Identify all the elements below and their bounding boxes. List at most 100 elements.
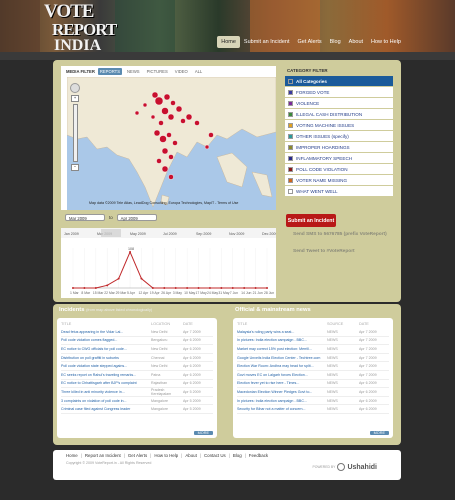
cell-title[interactable]: EC seeks report on Rahul's traveling rem…: [61, 373, 151, 377]
cell-title[interactable]: Election War Room: Andhra may head for s…: [237, 364, 327, 368]
table-row[interactable]: EC notice to Chhattisgarh after BJP's co…: [61, 380, 213, 389]
table-row[interactable]: Malaysia's ruling party wins a seat... NE…: [237, 328, 389, 337]
pan-control[interactable]: [70, 83, 80, 93]
category-item[interactable]: WHAT WENT WELL: [285, 186, 393, 196]
date-from-select[interactable]: Mar 2009: [65, 214, 105, 221]
category-item[interactable]: All Categories: [285, 76, 393, 86]
cell-title[interactable]: Poll code violation comes flagged...: [61, 338, 151, 342]
category-item[interactable]: VOTING MACHINE ISSUES: [285, 120, 393, 130]
incident-marker: [175, 105, 183, 113]
data-point: [163, 287, 166, 289]
table-row[interactable]: Market may correct 15% post election: Me…: [237, 345, 389, 354]
footer-link[interactable]: Home: [66, 453, 78, 458]
cell-title[interactable]: Dead fetus appearing in the Vidar Lal...: [61, 330, 151, 334]
data-point: [174, 287, 177, 289]
cell-date: Apr 6 2009: [183, 338, 201, 343]
table-row[interactable]: Election fever yet to rise here - Times.…: [237, 380, 389, 389]
site-logo[interactable]: VOTE REPORT INDIA: [44, 2, 117, 52]
tweet-note[interactable]: Send Tweet to #VoteReport: [293, 249, 393, 255]
column-header: LOCATION: [151, 322, 171, 326]
zoom-out-button[interactable]: −: [71, 164, 79, 171]
category-item[interactable]: POLL CODE VIOLATION: [285, 164, 393, 174]
table-row[interactable]: EC notice to CWG officials for poll code…: [61, 345, 213, 354]
date-to-select[interactable]: Apr 2009: [116, 214, 157, 221]
incidents-more-button[interactable]: MORE: [193, 431, 213, 435]
cell-title[interactable]: Distribution on poll graffiti in suburbs: [61, 356, 151, 360]
table-row[interactable]: Criminal case filed against Congress lea…: [61, 405, 213, 414]
table-row[interactable]: Distribution on poll graffiti in suburbs…: [61, 354, 213, 363]
table-row[interactable]: Poll code violation state stepped agains…: [61, 362, 213, 371]
nav-home[interactable]: Home: [217, 36, 240, 48]
x-tick-label: 10 May: [184, 291, 195, 295]
incident-marker: [168, 154, 174, 160]
category-swatch: [288, 122, 293, 128]
nav-get-alerts[interactable]: Get Alerts: [293, 36, 325, 48]
category-item[interactable]: VOTER NAME MISSING: [285, 175, 393, 185]
cell-source: NEWS: [327, 338, 338, 343]
table-row[interactable]: Election War Room: Andhra may head for s…: [237, 362, 389, 371]
table-row[interactable]: Macedonian Election Winner Pledges Govt …: [237, 388, 389, 397]
footer-link[interactable]: Report an Incident: [85, 453, 121, 458]
category-item[interactable]: IMPROPER HOARDINGS: [285, 142, 393, 152]
zoom-in-button[interactable]: +: [71, 95, 79, 102]
cell-title[interactable]: Three killed in anti minority violence i…: [61, 390, 151, 394]
nav-blog[interactable]: Blog: [326, 36, 345, 48]
table-row[interactable]: Poll code violation comes flagged... Beng…: [61, 337, 213, 346]
table-row[interactable]: Dead fetus appearing in the Vidar Lal...…: [61, 328, 213, 337]
footer-link[interactable]: Contact Us: [204, 453, 226, 458]
footer-link[interactable]: Feedback: [249, 453, 268, 458]
table-row[interactable]: Three killed in anti minority violence i…: [61, 388, 213, 397]
cell-title[interactable]: Security for Bihar not a matter of conce…: [237, 407, 327, 411]
footer-link[interactable]: Blog: [233, 453, 242, 458]
table-row[interactable]: EC seeks report on Rahul's traveling rem…: [61, 371, 213, 380]
category-item[interactable]: FORGED VOTE: [285, 87, 393, 97]
media-tab-pictures[interactable]: PICTURES: [145, 68, 170, 75]
footer-link[interactable]: How to Help: [154, 453, 178, 458]
media-tab-news[interactable]: NEWS: [125, 68, 142, 75]
category-label: VIOLENCE: [296, 100, 320, 106]
nav-about[interactable]: About: [345, 36, 367, 48]
cell-title[interactable]: Google Unveils India Election Center - T…: [237, 356, 327, 360]
table-row[interactable]: Security for Bihar not a matter of conce…: [237, 405, 389, 414]
news-more-button[interactable]: MORE: [369, 431, 389, 435]
footer-link[interactable]: About: [185, 453, 196, 458]
table-row[interactable]: In pictures: India election campaign - B…: [237, 337, 389, 346]
media-tab-video[interactable]: VIDEO: [173, 68, 190, 75]
incident-map[interactable]: + − Map data ©2009 Tele Atlas, LeadDog C…: [67, 77, 276, 210]
cell-title[interactable]: EC notice to CWG officials for poll code…: [61, 347, 151, 351]
table-row[interactable]: Govt moves EC on Lalgarh forces Election…: [237, 371, 389, 380]
table-row[interactable]: Google Unveils India Election Center - T…: [237, 354, 389, 363]
table-row[interactable]: In pictures: India election campaign - B…: [237, 397, 389, 406]
cell-title[interactable]: In pictures: India election campaign - B…: [237, 338, 327, 342]
zoom-slider[interactable]: [72, 104, 78, 162]
cell-title[interactable]: In pictures: India election campaign - B…: [237, 399, 327, 403]
category-item[interactable]: ILLEGAL CASH DISTRIBUTION: [285, 109, 393, 119]
cell-title[interactable]: EC notice to Chhattisgarh after BJP's co…: [61, 381, 151, 385]
footer-link[interactable]: Get Alerts: [128, 453, 147, 458]
cell-title[interactable]: Poll code violation state stepped agains…: [61, 364, 151, 368]
powered-by[interactable]: POWERED BY Ushahidi: [312, 463, 377, 471]
nav-submit-incident[interactable]: Submit an Incident: [240, 36, 294, 48]
media-tab-all[interactable]: ALL: [193, 68, 204, 75]
category-swatch: [288, 188, 293, 194]
nav-how-to-help[interactable]: How to Help: [367, 36, 405, 48]
cell-title[interactable]: Macedonian Election Winner Pledges Govt …: [237, 390, 327, 394]
cell-title[interactable]: Election fever yet to rise here - Times.…: [237, 381, 327, 385]
cell-title[interactable]: Market may correct 15% post election: Me…: [237, 347, 327, 351]
category-item[interactable]: OTHER ISSUES (specify): [285, 131, 393, 141]
category-item[interactable]: INFLAMMATORY SPEECH: [285, 153, 393, 163]
submit-incident-button[interactable]: Submit an Incident: [286, 214, 336, 227]
data-point: [208, 287, 211, 289]
x-tick-label: 26 Apr: [161, 291, 172, 295]
cell-date: Apr 7 2009: [359, 364, 377, 369]
cell-location: New Delhi: [151, 346, 168, 351]
category-swatch: [288, 100, 293, 106]
cell-title[interactable]: Criminal case filed against Congress lea…: [61, 407, 151, 411]
cell-title[interactable]: Govt moves EC on Lalgarh forces Election…: [237, 373, 327, 377]
media-tab-reports[interactable]: REPORTS: [97, 67, 123, 75]
cell-title[interactable]: 3 complaints on violation of poll code i…: [61, 399, 151, 403]
category-item[interactable]: VIOLENCE: [285, 98, 393, 108]
cell-title[interactable]: Malaysia's ruling party wins a seat...: [237, 330, 327, 334]
data-point: [129, 251, 132, 253]
table-row[interactable]: 3 complaints on violation of poll code i…: [61, 397, 213, 406]
